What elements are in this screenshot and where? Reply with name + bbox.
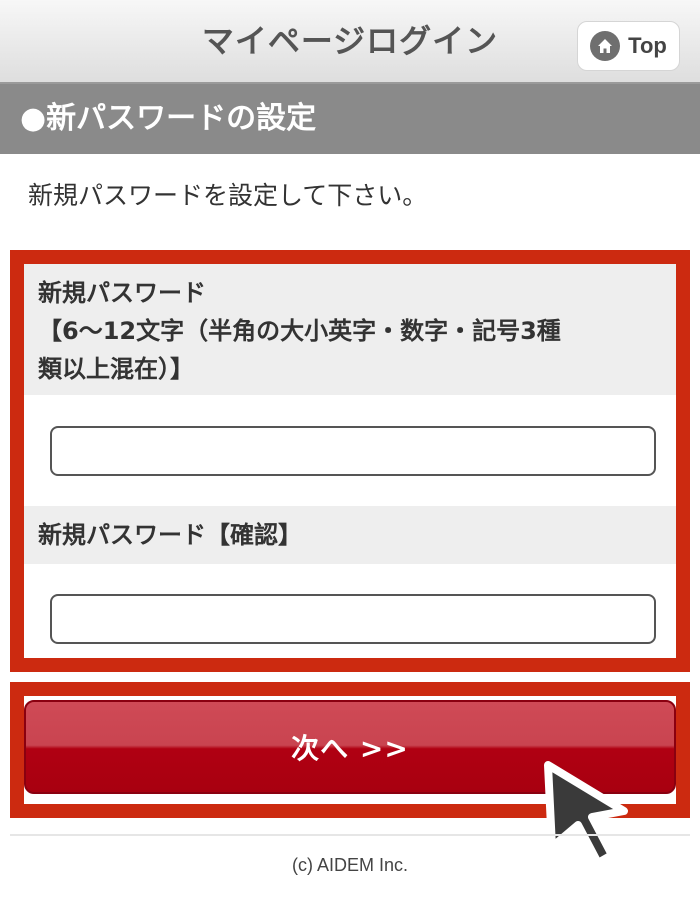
next-button-label: 次へ >> xyxy=(291,732,409,765)
new-password-input[interactable] xyxy=(50,426,656,476)
confirm-password-label: 新規パスワード【確認】 xyxy=(24,506,676,564)
instruction-text: 新規パスワードを設定して下さい。 xyxy=(28,181,428,210)
section-header: ●新パスワードの設定 xyxy=(0,84,700,154)
new-password-label-line: 【6～12文字（半角の大小英字・数字・記号3種 xyxy=(38,317,561,345)
home-icon xyxy=(590,31,621,61)
footer-divider xyxy=(10,834,690,836)
top-button-label: Top xyxy=(628,33,667,58)
password-form: 新規パスワード 【6～12文字（半角の大小英字・数字・記号3種 類以上混在）】 … xyxy=(10,250,690,672)
new-password-label-line: 類以上混在）】 xyxy=(38,355,194,383)
new-password-label-line: 新規パスワード xyxy=(38,279,206,307)
new-password-label: 新規パスワード 【6～12文字（半角の大小英字・数字・記号3種 類以上混在）】 xyxy=(24,264,676,395)
confirm-password-input[interactable] xyxy=(50,594,656,644)
footer-copyright: (c) AIDEM Inc. xyxy=(291,855,408,875)
app-header: マイページログイン Top xyxy=(0,0,700,84)
top-button[interactable]: Top xyxy=(577,21,680,71)
section-title: ●新パスワードの設定 xyxy=(20,101,317,136)
